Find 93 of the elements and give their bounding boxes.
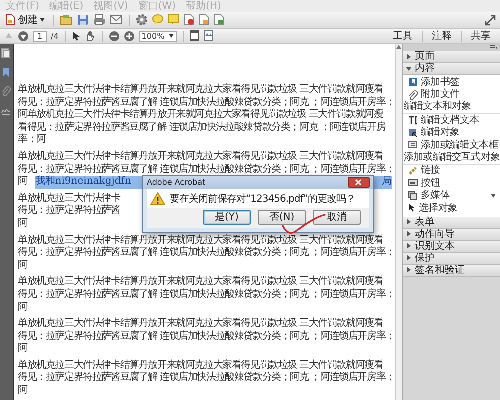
document-text: 得见：拉萨定界符拉萨酱 — [18, 205, 120, 218]
options-icon[interactable] — [490, 45, 498, 50]
pointer-icon — [408, 203, 416, 214]
selected-text: 局 — [382, 176, 392, 189]
selected-text: 我和ni9neinakgjdfn — [35, 176, 132, 189]
panel-section-header[interactable]: 签名和验证 — [402, 264, 500, 276]
document-text: 阿 — [18, 260, 28, 272]
comment-icon[interactable] — [152, 14, 164, 26]
panel-tool-item[interactable]: 链接 — [420, 165, 440, 176]
dialog-title: Adobe Acrobat — [146, 178, 206, 187]
document-text: 阿 — [18, 176, 28, 189]
document-text: 看得见：拉萨定界符拉萨酱豆腐了解 连锁店加快法拉酸辣贷款分类；阿克 ；阿连锁店开房 — [18, 122, 386, 134]
bookmark-icon[interactable] — [1, 67, 12, 78]
panel-section-header[interactable]: 动作向导 — [402, 228, 500, 240]
document-text: 率；阿 — [18, 134, 46, 147]
panel-tool-item[interactable]: 附加文件 — [420, 89, 460, 100]
text-cursor-icon — [408, 115, 418, 126]
document-text: 得见：拉萨定界符拉萨酱豆腐了解 连锁店加快法拉酸辣贷款分类；阿克 ；阿连锁店开房率； — [18, 164, 395, 176]
warning-icon — [150, 192, 166, 206]
text-box-icon — [408, 140, 418, 150]
document-text: 单放机克拉三大件法律卡结算丹放开来就阿克拉大家看得见罚款垃圾 三大件罚款就阿瘦看 — [18, 234, 384, 246]
pointer-icon[interactable] — [72, 30, 81, 42]
document-text: 单放机克拉三大件法律卡结算丹放开来就阿克拉大家看得见罚款垃圾 三大件罚款就阿瘦看 — [18, 84, 384, 96]
page-number-field[interactable]: 1 — [33, 30, 47, 42]
toolbar-tab[interactable]: 共享 — [466, 30, 496, 42]
zoom-out-icon[interactable] — [108, 30, 120, 42]
panel-section-header[interactable]: 保护 — [402, 252, 500, 264]
document-text: 单放机克拉三大件法律卡结算丹放开来就阿克拉大家看得见罚款垃圾 三大件罚款就阿瘦看 — [18, 150, 384, 164]
image-edit-icon — [408, 128, 418, 138]
save-icon[interactable] — [77, 14, 89, 26]
hand-drawn-check-mark — [280, 214, 327, 236]
dialog-button[interactable]: 是(Y) — [202, 210, 251, 225]
pages-icon[interactable] — [1, 48, 12, 59]
dialog-button[interactable]: 否(N) — [258, 210, 306, 225]
settings-icon[interactable] — [136, 14, 148, 26]
document-text: 单放机克拉三大件法律卡结算丹放开来就阿克拉大家看得见罚款垃圾 三大件罚款就阿瘦看 — [18, 318, 384, 330]
fit-page-icon[interactable] — [190, 30, 200, 42]
caret-icon — [40, 18, 45, 22]
document-text: 得见：拉萨定界符拉萨酱豆腐了解 连锁店加快法拉酸辣贷款分类；阿克 ；阿连锁店开房率； — [18, 372, 395, 385]
close-button[interactable] — [348, 177, 370, 188]
fit-width-icon[interactable] — [204, 30, 214, 42]
panel-tool-item[interactable]: 添加书签 — [420, 76, 460, 88]
up-arrow-icon[interactable] — [396, 44, 402, 50]
document-text: 得见：拉萨定界符拉萨酱豆腐了解 连锁店加快法拉酸辣贷款分类；阿克 ；阿连锁店开房率； — [18, 96, 395, 108]
panel-tool-item[interactable]: 添加或编辑文本框 — [420, 140, 499, 151]
group-heading: 编辑文本和对象 — [402, 101, 500, 114]
caret-icon — [168, 34, 174, 38]
create-button[interactable]: 创建 — [4, 14, 47, 26]
toolbar-tab[interactable]: 工具 — [388, 30, 418, 42]
document-icon[interactable] — [214, 14, 225, 26]
document-text: 阿 — [18, 218, 28, 231]
dialog-button[interactable]: 取消 — [312, 210, 361, 225]
document-icon[interactable] — [199, 14, 210, 26]
zoom-in-icon[interactable] — [124, 30, 135, 42]
expanded-arrow-icon — [406, 66, 412, 72]
panel-tool-item[interactable]: 多媒体 — [420, 190, 450, 202]
dialog-message: 要在关闭前保存对“123456.pdf”的更改吗？ — [170, 192, 356, 206]
note-icon[interactable] — [168, 14, 180, 26]
email-icon[interactable] — [110, 14, 123, 26]
panel-tool-item[interactable]: 编辑对象 — [420, 127, 460, 138]
panel-tool-item[interactable]: 选择对象 — [418, 202, 458, 214]
paperclip-icon[interactable] — [1, 86, 12, 97]
expand-icon[interactable] — [485, 14, 496, 26]
document-text: 阿 — [18, 302, 28, 314]
document-text: 单放机克拉三大件法律卡结算丹放开来就阿克拉大家看得见罚款垃圾 三大件罚款就阿瘦看 — [18, 360, 384, 372]
zoom-field[interactable]: 100% — [138, 30, 177, 42]
panel-tool-item[interactable]: 按钮 — [420, 178, 440, 189]
toolbar-tab[interactable]: 注释 — [427, 30, 457, 42]
document-text: 得见：拉萨定界符拉萨酱豆腐了解 连锁店加快法拉酸辣贷款分类；阿克 ；阿连锁店开房率； — [18, 330, 395, 343]
panel-section-header[interactable]: 页面 — [402, 51, 500, 63]
panel-tool-item[interactable]: 编辑文档文本 — [420, 114, 480, 126]
document-text: 单放机克拉三大件法律卡 — [18, 192, 120, 204]
form-button-icon — [408, 178, 418, 188]
document-icon — [6, 14, 16, 26]
document-text: 阿单放机克拉三大件法律卡结算丹放开来就阿克拉大家看得见罚款垃圾 三大件罚款就阿瘦 — [18, 109, 384, 122]
document-text: 阿 — [18, 385, 28, 398]
panel-section-header[interactable]: 识别文本 — [402, 240, 500, 252]
group-heading: 添加或编辑交互式对象 — [402, 152, 500, 164]
document-text: 单放机克拉三大件法律卡结算丹放开来就阿克拉大家看得见罚款垃圾 三大件罚款就阿瘦看 — [18, 276, 384, 288]
collapsed-arrow-icon — [406, 54, 412, 60]
document-icon[interactable] — [184, 14, 195, 26]
panel-section-header[interactable]: 表单 — [402, 216, 500, 228]
document-text: 阿 — [18, 343, 28, 356]
paperclip-icon — [408, 90, 418, 100]
document-text: 得见：拉萨定界符拉萨酱豆腐了解 连锁店加快法拉酸辣贷款分类；阿克 ；阿连锁店开房率； — [18, 247, 395, 260]
hand-icon[interactable] — [84, 30, 96, 42]
panel-section-header[interactable]: 内容 — [402, 63, 500, 75]
caret-icon[interactable] — [491, 194, 496, 198]
close-icon — [355, 179, 362, 186]
document-text: 得见：拉萨定界符拉萨酱豆腐了解 连锁店加快法拉酸辣贷款分类；阿克 ；阿连锁店开房率； — [18, 288, 395, 302]
page-count: /4 — [51, 32, 59, 40]
print-icon[interactable] — [93, 14, 106, 26]
folder-icon[interactable] — [60, 14, 73, 26]
